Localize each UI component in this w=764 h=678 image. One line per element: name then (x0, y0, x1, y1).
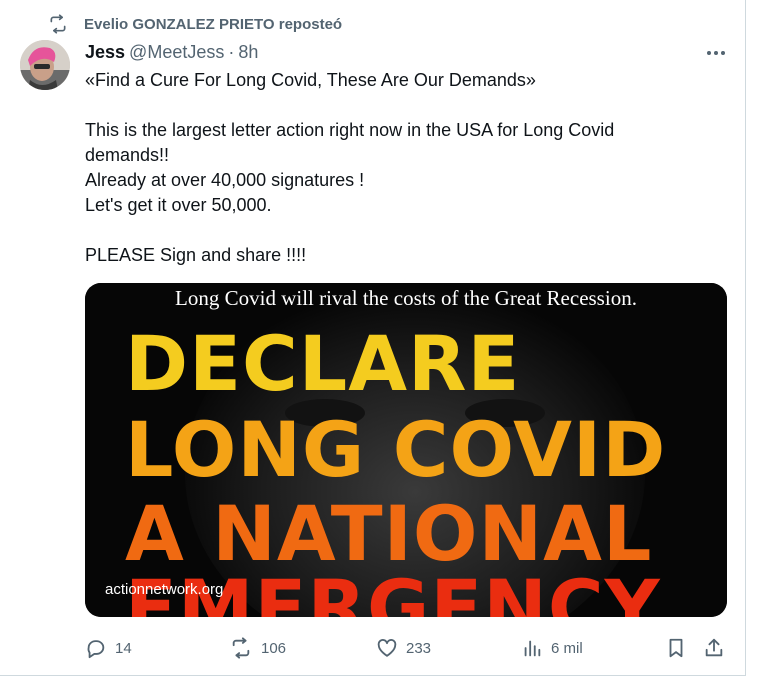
author-name[interactable]: Jess (85, 42, 125, 63)
media-caption: Long Covid will rival the costs of the G… (175, 286, 637, 310)
more-options-button[interactable] (704, 40, 728, 64)
tweet-card[interactable]: Evelio GONZALEZ PRIETO reposteó Jess @Me… (0, 0, 746, 676)
tweet-line: «Find a Cure For Long Covid, These Are O… (85, 70, 536, 90)
share-icon (703, 637, 725, 659)
tweet-line: Already at over 40,000 signatures ! (85, 170, 365, 190)
tweet-line: Let's get it over 50,000. (85, 195, 272, 215)
author-handle[interactable]: @MeetJess (129, 42, 224, 63)
heart-icon (376, 637, 398, 659)
more-icon (706, 43, 726, 61)
repost-button[interactable]: 106 (229, 634, 286, 662)
views-chart-icon (521, 637, 543, 659)
tweet-media-image[interactable]: Long Covid will rival the costs of the G… (85, 283, 727, 617)
views-count: 6 mil (551, 639, 583, 657)
tweet-text: «Find a Cure For Long Covid, These Are O… (85, 68, 705, 268)
repost-text[interactable]: Evelio GONZALEZ PRIETO reposteó (84, 16, 342, 33)
separator-dot: · (228, 41, 235, 62)
repost-icon (229, 637, 253, 659)
bookmark-button[interactable] (665, 634, 687, 662)
reply-count: 14 (115, 639, 132, 657)
tweet-actions-bar: 14 106 233 6 mil (85, 634, 727, 662)
views-button[interactable]: 6 mil (521, 634, 583, 662)
avatar[interactable] (20, 40, 70, 90)
repost-banner[interactable]: Evelio GONZALEZ PRIETO reposteó (48, 10, 342, 38)
like-button[interactable]: 233 (376, 634, 431, 662)
timestamp[interactable]: 8h (238, 42, 258, 63)
media-headline-line: DECLARE (125, 319, 521, 408)
reply-button[interactable]: 14 (85, 634, 132, 662)
repost-icon (48, 14, 68, 34)
tweet-header: Jess @MeetJess · 8h (85, 40, 258, 64)
tweet-line: PLEASE Sign and share !!!! (85, 245, 307, 265)
reply-icon (85, 637, 107, 659)
like-count: 233 (406, 639, 432, 657)
tweet-line: demands!! (85, 145, 170, 165)
media-site-label: actionnetwork.org (105, 581, 224, 598)
media-headline-line: LONG COVID (125, 405, 667, 494)
bookmark-icon (665, 637, 687, 659)
tweet-line: This is the largest letter action right … (85, 120, 615, 140)
repost-count: 106 (261, 639, 287, 657)
share-button[interactable] (703, 634, 725, 662)
